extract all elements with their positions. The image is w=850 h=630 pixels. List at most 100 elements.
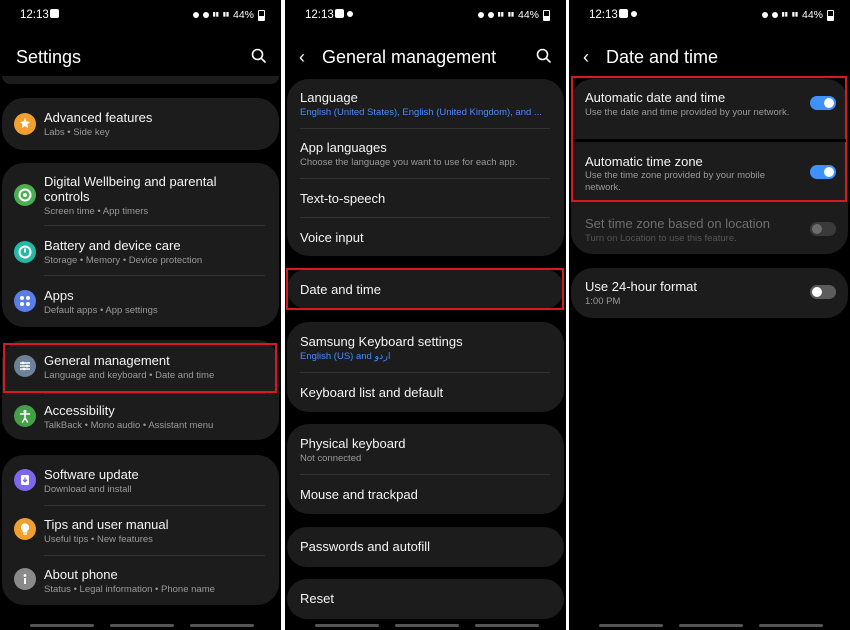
battery-icon [543,9,550,21]
page-title: Date and time [606,47,719,67]
item-sub: Not connected [300,453,362,464]
date-time-group-format: Use 24-hour format 1:00 PM [571,268,848,318]
signal-icon: ▮▮ [781,12,788,18]
status-bar: 12:13 ▮▮ ▮▮ 44% [285,0,566,30]
item-sub: English (US) and اردو [300,351,391,362]
menu-item-keyboard-list[interactable]: Keyboard list and default [287,373,564,412]
page-header: ‹ General management [285,40,566,74]
24-hour-format-toggle[interactable] [810,285,836,299]
item-sub: 1:00 PM [585,296,621,307]
item-label: Digital Wellbeing and parental [44,174,217,189]
signal-icon: ▮▮ [212,12,219,18]
search-icon[interactable] [249,46,269,66]
battery-icon [258,9,265,21]
settings-group-support: Software update Download and install Tip… [2,455,279,605]
signal-icon: ▮▮ [497,12,504,18]
wifi-icon [771,12,778,18]
settings-item-tips[interactable]: Tips and user manual Useful tips • New f… [2,506,279,555]
page-title: Settings [16,47,82,67]
settings-group-advanced: Advanced features Labs • Side key [2,98,279,150]
general-group-input-devices: Physical keyboard Not connected Mouse an… [287,424,564,514]
status-bar: 12:13 ▮▮ ▮▮ 44% [569,0,850,30]
menu-item-voice-input[interactable]: Voice input [287,218,564,256]
item-label: App languages [300,140,387,155]
search-icon[interactable] [534,46,554,66]
status-time: 12:13 [305,9,334,21]
signal-icon: ▮▮ [222,12,229,18]
mute-icon [477,12,484,18]
divider [44,275,265,276]
apps-icon [14,290,36,312]
date-time-screen: 12:13 ▮▮ ▮▮ 44% ‹ Date and time Automati… [569,0,850,630]
back-arrow-icon[interactable]: ‹ [299,47,319,67]
general-group-reset: Reset [287,579,564,619]
notification-icons [335,9,353,18]
notification-icons [50,9,59,18]
image-notification-icon [619,9,628,18]
settings-item-about-phone[interactable]: About phone Status • Legal information •… [2,556,279,605]
item-label: Use 24-hour format [585,279,697,294]
item-sub: Default apps • App settings [44,305,158,316]
highlight-box [286,268,564,310]
item-sub: TalkBack • Mono audio • Assistant menu [44,420,214,431]
status-right: ▮▮ ▮▮ 44% [761,9,834,21]
navigation-bar [0,624,281,628]
signal-icon: ▮▮ [791,12,798,18]
setting-time-zone-location: Set time zone based on location Turn on … [571,209,848,254]
item-sub: Turn on Location to use this feature. [585,233,737,244]
tips-icon [14,518,36,540]
item-sub: Status • Legal information • Phone name [44,584,215,595]
image-notification-icon [335,9,344,18]
page-header: Settings [0,40,281,74]
settings-screen: 12:13 ▮▮ ▮▮ 44% Settings Advanced featur… [0,0,281,630]
item-sub: Download and install [44,484,132,495]
item-label-line2: controls [44,189,90,204]
item-label: Samsung Keyboard settings [300,334,463,349]
accessibility-icon [14,405,36,427]
settings-item-battery-care[interactable]: Battery and device care Storage • Memory… [2,227,279,275]
setting-24-hour-format[interactable]: Use 24-hour format 1:00 PM [571,268,848,318]
menu-item-samsung-keyboard[interactable]: Samsung Keyboard settings English (US) a… [287,322,564,372]
page-header: ‹ Date and time [569,40,850,74]
item-label: Voice input [300,230,364,245]
battery-level: 44% [801,9,823,21]
notification-icon [50,9,59,18]
general-management-screen: 12:13 ▮▮ ▮▮ 44% ‹ General management Lan… [285,0,566,630]
menu-item-reset[interactable]: Reset [287,579,564,619]
settings-item-apps[interactable]: Apps Default apps • App settings [2,277,279,325]
menu-item-mouse-trackpad[interactable]: Mouse and trackpad [287,475,564,514]
menu-item-language[interactable]: Language English (United States), Englis… [287,79,564,128]
settings-group-previous [2,76,279,84]
menu-item-text-to-speech[interactable]: Text-to-speech [287,179,564,217]
settings-item-digital-wellbeing[interactable]: Digital Wellbeing and parental controls … [2,163,279,223]
item-label: Software update [44,467,139,482]
wifi-icon [487,12,494,18]
time-zone-location-toggle [810,222,836,236]
page-title: General management [322,47,497,67]
menu-item-app-languages[interactable]: App languages Choose the language you wa… [287,129,564,178]
status-right: ▮▮ ▮▮ 44% [192,9,265,21]
status-bar: 12:13 ▮▮ ▮▮ 44% [0,0,281,30]
settings-item-accessibility[interactable]: Accessibility TalkBack • Mono audio • As… [2,394,279,440]
item-label: Tips and user manual [44,517,169,532]
data-notification-icon [631,10,637,17]
battery-level: 44% [517,9,539,21]
settings-item-advanced-features[interactable]: Advanced features Labs • Side key [2,98,279,150]
navigation-bar [285,624,566,628]
item-label: Advanced features [44,110,153,125]
item-label: Text-to-speech [300,191,386,206]
signal-icon: ▮▮ [507,12,514,18]
divider [44,225,265,226]
item-label: Apps [44,288,74,303]
item-sub: English (United States), English (United… [300,107,542,118]
menu-item-passwords-autofill[interactable]: Passwords and autofill [287,527,564,567]
item-sub: Screen time • App timers [44,206,149,217]
item-label: About phone [44,567,118,582]
general-group-language: Language English (United States), Englis… [287,79,564,256]
back-arrow-icon[interactable]: ‹ [583,47,603,67]
menu-item-physical-keyboard[interactable]: Physical keyboard Not connected [287,424,564,474]
mute-icon [192,12,199,18]
settings-item-software-update[interactable]: Software update Download and install [2,455,279,505]
wifi-icon [202,12,209,18]
data-notification-icon [347,10,353,17]
